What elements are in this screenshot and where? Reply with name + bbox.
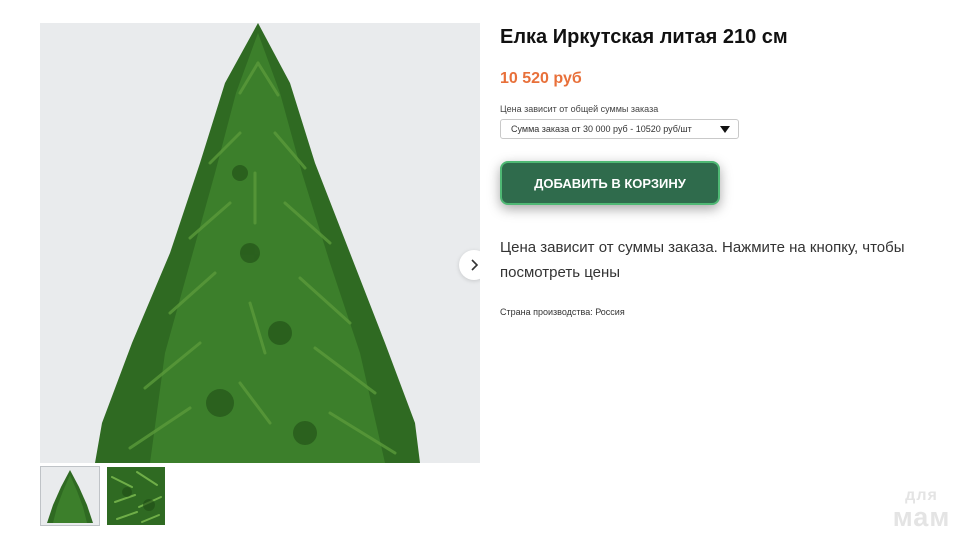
add-to-cart-button[interactable]: ДОБАВИТЬ В КОРЗИНУ [500, 161, 720, 205]
price-note: Цена зависит от общей суммы заказа [500, 104, 659, 114]
christmas-tree-image [40, 23, 480, 463]
product-title: Елка Иркутская литая 210 см [500, 26, 788, 48]
price-tier-selected-label: Сумма заказа от 30 000 руб - 10520 руб/ш… [511, 124, 692, 134]
product-main-image[interactable] [40, 23, 480, 463]
product-price: 10 520 руб [500, 70, 582, 87]
watermark-logo: для мам [884, 488, 959, 531]
caret-down-icon [720, 125, 730, 133]
watermark-line-2: мам [892, 502, 951, 532]
price-info-text: Цена зависит от суммы заказа. Нажмите на… [500, 239, 905, 281]
tree-thumbnail-image [41, 467, 99, 525]
chevron-right-icon [471, 259, 479, 271]
gallery-thumbnails [40, 466, 166, 526]
price-tier-select[interactable]: Сумма заказа от 30 000 руб - 10520 руб/ш… [500, 119, 739, 139]
branch-closeup-thumbnail-image [107, 467, 165, 525]
country-of-origin: Страна производства: Россия [500, 307, 625, 317]
thumbnail-2[interactable] [106, 466, 166, 526]
thumbnail-1[interactable] [40, 466, 100, 526]
